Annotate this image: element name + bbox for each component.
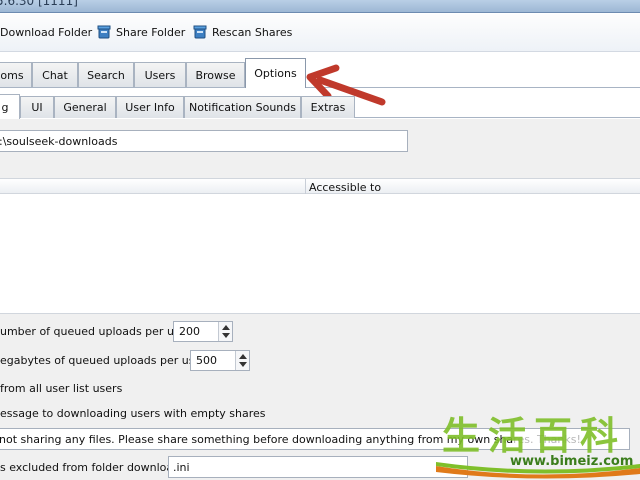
watermark-char: 百 [534,413,573,458]
tab-general[interactable]: General [54,96,116,118]
shares-list[interactable] [0,194,640,314]
queued-mb-label: egabytes of queued uploads per user [0,354,206,367]
tab-chat[interactable]: Chat [32,62,78,87]
tab-browse[interactable]: Browse [186,62,245,87]
increment-icon[interactable] [222,325,230,330]
download-path-input[interactable]: :\soulseek-downloads [0,130,408,152]
watermark-url: www.bimeiz.com [510,454,634,469]
column-accessible-to[interactable]: Accessible to [309,181,381,194]
tab-extras[interactable]: Extras [301,96,355,118]
rescan-shares-label: Rescan Shares [212,25,293,39]
increment-icon[interactable] [239,354,247,359]
tab-search-label: Search [87,68,125,82]
column-separator[interactable] [305,179,306,195]
tab-users[interactable]: Users [134,62,186,87]
watermark-logo: 生 活 百 科 www.bimeiz.com [436,412,640,480]
tab-browse-label: Browse [195,68,236,82]
tab-rooms-label: oms [0,68,24,82]
tab-sharing[interactable]: g [0,94,20,119]
rescan-shares-button[interactable]: Rescan Shares [193,23,292,41]
watermark-chars: 生 活 百 科 [442,414,618,458]
excluded-extensions-label: s excluded from folder downloads: [0,461,190,474]
from-all-users-checkbox-label[interactable]: from all user list users [0,382,122,395]
queued-mb-stepper[interactable] [235,351,249,370]
tab-options-label: Options [254,67,297,80]
excluded-extensions-input[interactable]: .ini [168,456,468,478]
tab-users-label: Users [144,68,176,82]
tab-options[interactable]: Options [245,58,306,88]
tab-search[interactable]: Search [78,62,134,87]
tab-sharing-label: g [1,100,9,114]
download-folder-button[interactable]: Download Folder [0,23,92,41]
watermark-char: 科 [580,413,619,458]
share-folder-button[interactable]: Share Folder [97,23,185,41]
excluded-extensions-value: .ini [173,461,190,474]
queued-uploads-stepper[interactable] [218,322,232,341]
toolbar: Download Folder Share Folder Rescan Shar… [0,14,640,52]
queued-mb-spinbox[interactable]: 500 [190,350,250,371]
empty-shares-message-checkbox-label[interactable]: essage to downloading users with empty s… [0,407,266,420]
rescan-shares-icon [193,25,207,40]
watermark-char: 生 [442,413,481,458]
share-folder-label: Share Folder [116,25,186,39]
shares-list-header: Accessible to [0,178,640,195]
share-folder-icon [97,25,111,40]
download-folder-label: Download Folder [0,25,93,39]
tab-rooms[interactable]: oms [0,62,32,87]
watermark-char: 活 [488,413,527,458]
queued-uploads-value: 200 [179,325,200,338]
decrement-icon[interactable] [239,362,247,367]
queued-uploads-spinbox[interactable]: 200 [173,321,233,342]
tab-extras-label: Extras [310,101,346,114]
tab-notification-sounds[interactable]: Notification Sounds [184,96,301,118]
tab-notification-sounds-label: Notification Sounds [189,101,296,114]
tab-user-info-label: User Info [125,101,175,114]
decrement-icon[interactable] [222,333,230,338]
tab-ui[interactable]: UI [20,96,54,118]
options-sub-tab-bar: g UI General User Info Notification Soun… [0,94,640,119]
tab-ui-label: UI [31,101,43,114]
queued-uploads-label: umber of queued uploads per user [0,325,191,338]
tab-chat-label: Chat [42,68,68,82]
tab-user-info[interactable]: User Info [116,96,184,118]
tab-general-label: General [63,101,107,114]
title-bar: 5.6.30 [1111] [0,0,640,13]
download-path-value: :\soulseek-downloads [0,135,118,148]
queued-mb-value: 500 [196,354,217,367]
window-title: 5.6.30 [1111] [0,0,78,8]
